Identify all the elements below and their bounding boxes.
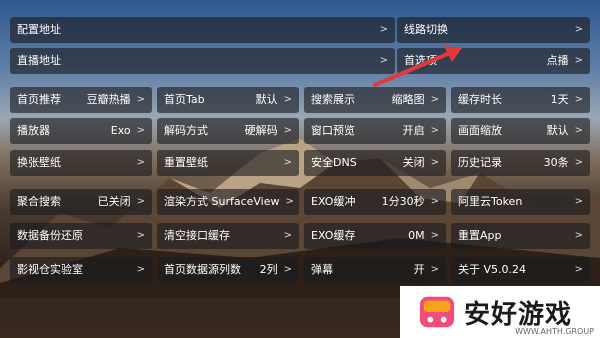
chevron-right-icon: > bbox=[430, 230, 439, 241]
setting-label: 数据备份还原 bbox=[17, 229, 83, 242]
setting-item[interactable]: 阿里云Token > bbox=[451, 189, 590, 215]
setting-label: 配置地址 bbox=[17, 23, 61, 36]
chevron-right-icon: > bbox=[574, 55, 583, 66]
setting-item[interactable]: 重置壁纸 > bbox=[157, 150, 299, 176]
setting-item[interactable]: 关于 V5.0.24 > bbox=[451, 257, 590, 283]
setting-value: 开启 bbox=[402, 124, 425, 137]
chevron-right-icon: > bbox=[283, 157, 292, 168]
setting-item[interactable]: 直播地址 > bbox=[10, 48, 395, 74]
setting-label: 渲染方式 SurfaceView bbox=[164, 195, 280, 208]
setting-item[interactable]: 重置App > bbox=[451, 223, 590, 249]
setting-value: 默认 bbox=[255, 93, 278, 106]
chevron-right-icon: > bbox=[283, 125, 292, 136]
setting-item[interactable]: 解码方式 硬解码 > bbox=[157, 118, 299, 144]
setting-label: 阿里云Token bbox=[458, 195, 523, 208]
setting-value: 1天 bbox=[550, 93, 569, 106]
setting-label: 聚合搜索 bbox=[17, 195, 61, 208]
setting-item[interactable]: 安全DNS 关闭 > bbox=[304, 150, 446, 176]
setting-item[interactable]: 缓存时长 1天 > bbox=[451, 87, 590, 113]
chevron-right-icon: > bbox=[430, 94, 439, 105]
chevron-right-icon: > bbox=[430, 157, 439, 168]
chevron-right-icon: > bbox=[430, 196, 439, 207]
setting-item[interactable]: 影视仓实验室 > bbox=[10, 257, 152, 283]
setting-value: 1分30秒 bbox=[381, 195, 425, 208]
setting-label: 清空接口缓存 bbox=[164, 229, 230, 242]
chevron-right-icon: > bbox=[574, 264, 583, 275]
setting-label: 换张壁纸 bbox=[17, 156, 61, 169]
watermark-url-text: WWW.AHTH.GROUP bbox=[515, 327, 594, 336]
setting-label: 首页数据源列数 bbox=[164, 263, 241, 276]
setting-item[interactable]: EXO缓存 0M > bbox=[304, 223, 446, 249]
setting-item[interactable]: EXO缓冲 1分30秒 > bbox=[304, 189, 446, 215]
setting-value: 已关闭 bbox=[97, 195, 131, 208]
setting-label: 首页推荐 bbox=[17, 93, 61, 106]
setting-label: 画面缩放 bbox=[458, 124, 502, 137]
red-arrow-annotation-icon bbox=[373, 46, 462, 87]
setting-item[interactable]: 换张壁纸 > bbox=[10, 150, 152, 176]
setting-label: 窗口预览 bbox=[311, 124, 355, 137]
setting-label: EXO缓存 bbox=[311, 229, 356, 242]
setting-item[interactable]: 历史记录 30条 > bbox=[451, 150, 590, 176]
setting-label: 历史记录 bbox=[458, 156, 502, 169]
gamepad-logo-icon bbox=[419, 296, 455, 328]
setting-label: EXO缓冲 bbox=[311, 195, 356, 208]
setting-item[interactable]: 画面缩放 默认 > bbox=[451, 118, 590, 144]
setting-value: 2列 bbox=[259, 263, 278, 276]
setting-item[interactable]: 渲染方式 SurfaceView > bbox=[157, 189, 299, 215]
setting-item[interactable]: 首页Tab 默认 > bbox=[157, 87, 299, 113]
setting-value: 30条 bbox=[543, 156, 569, 169]
setting-item[interactable]: 弹幕 开 > bbox=[304, 257, 446, 283]
chevron-right-icon: > bbox=[136, 94, 145, 105]
setting-label: 弹幕 bbox=[311, 263, 333, 276]
setting-item[interactable]: 首页推荐 豆瓣热播 > bbox=[10, 87, 152, 113]
setting-item[interactable]: 播放器 Exo > bbox=[10, 118, 152, 144]
chevron-right-icon: > bbox=[285, 196, 294, 207]
chevron-right-icon: > bbox=[574, 94, 583, 105]
setting-label: 影视仓实验室 bbox=[17, 263, 83, 276]
chevron-right-icon: > bbox=[136, 230, 145, 241]
setting-item[interactable]: 清空接口缓存 > bbox=[157, 223, 299, 249]
setting-value: 开 bbox=[413, 263, 425, 276]
setting-label: 直播地址 bbox=[17, 54, 61, 67]
setting-label: 缓存时长 bbox=[458, 93, 502, 106]
chevron-right-icon: > bbox=[136, 125, 145, 136]
setting-item[interactable]: 窗口预览 开启 > bbox=[304, 118, 446, 144]
setting-label: 重置壁纸 bbox=[164, 156, 208, 169]
chevron-right-icon: > bbox=[574, 24, 583, 35]
chevron-right-icon: > bbox=[574, 230, 583, 241]
setting-value: 硬解码 bbox=[244, 124, 278, 137]
setting-label: 安全DNS bbox=[311, 156, 357, 169]
setting-value: 点播 bbox=[546, 54, 569, 67]
setting-item[interactable]: 首页数据源列数 2列 > bbox=[157, 257, 299, 283]
setting-label: 播放器 bbox=[17, 124, 50, 137]
setting-item[interactable]: 搜索展示 缩略图 > bbox=[304, 87, 446, 113]
chevron-right-icon: > bbox=[574, 157, 583, 168]
setting-value: 关闭 bbox=[402, 156, 425, 169]
chevron-right-icon: > bbox=[574, 196, 583, 207]
watermark-logo: 安好游戏 WWW.AHTH.GROUP bbox=[400, 286, 600, 338]
watermark-brand-text: 安好游戏 bbox=[464, 299, 573, 330]
setting-item[interactable]: 数据备份还原 > bbox=[10, 223, 152, 249]
chevron-right-icon: > bbox=[283, 264, 292, 275]
chevron-right-icon: > bbox=[283, 230, 292, 241]
setting-value: Exo bbox=[110, 124, 131, 137]
chevron-right-icon: > bbox=[574, 125, 583, 136]
setting-item[interactable]: 配置地址 > bbox=[10, 17, 395, 43]
setting-value: 0M bbox=[408, 229, 425, 242]
setting-label: 关于 V5.0.24 bbox=[458, 263, 527, 276]
setting-item[interactable]: 聚合搜索 已关闭 > bbox=[10, 189, 152, 215]
setting-label: 搜索展示 bbox=[311, 93, 355, 106]
setting-label: 重置App bbox=[458, 229, 502, 242]
chevron-right-icon: > bbox=[136, 196, 145, 207]
chevron-right-icon: > bbox=[283, 94, 292, 105]
setting-label: 解码方式 bbox=[164, 124, 208, 137]
setting-value: 豆瓣热播 bbox=[86, 93, 131, 106]
setting-value: 缩略图 bbox=[391, 93, 425, 106]
chevron-right-icon: > bbox=[430, 264, 439, 275]
setting-value: 默认 bbox=[546, 124, 569, 137]
chevron-right-icon: > bbox=[136, 264, 145, 275]
setting-label: 首页Tab bbox=[164, 93, 205, 106]
chevron-right-icon: > bbox=[136, 157, 145, 168]
chevron-right-icon: > bbox=[430, 125, 439, 136]
